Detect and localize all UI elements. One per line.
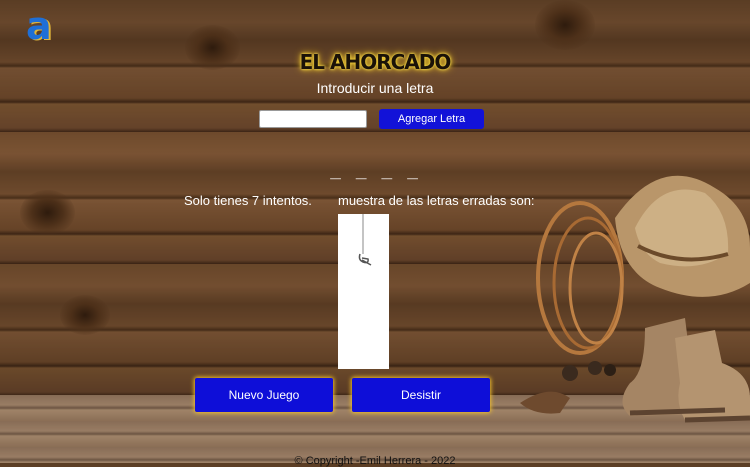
tries-text: Solo tienes 7 intentos.	[184, 193, 312, 208]
footer-copyright: © Copyright -Emil Herrera - 2022	[294, 455, 456, 467]
letter-input[interactable]	[259, 110, 367, 128]
new-game-button[interactable]: Nuevo Juego	[195, 378, 333, 412]
logo-icon: a	[26, 4, 52, 48]
add-letter-button[interactable]: Agregar Letra	[379, 109, 484, 129]
wood-knot	[60, 295, 110, 335]
missed-letters-label: muestra de las letras erradas son:	[338, 193, 535, 208]
page-title: EL AHORCADO	[299, 50, 452, 74]
wood-knot	[535, 0, 595, 50]
subtitle: Introducir una letra	[316, 80, 434, 96]
cowboy-hat-and-boots-illustration	[520, 175, 750, 423]
wood-knot	[20, 190, 75, 235]
hangman-canvas	[338, 214, 389, 369]
quit-button[interactable]: Desistir	[352, 378, 490, 412]
word-blanks: _ _ _ _	[330, 159, 420, 180]
noose-icon	[358, 214, 372, 266]
spur-icon	[562, 365, 578, 381]
